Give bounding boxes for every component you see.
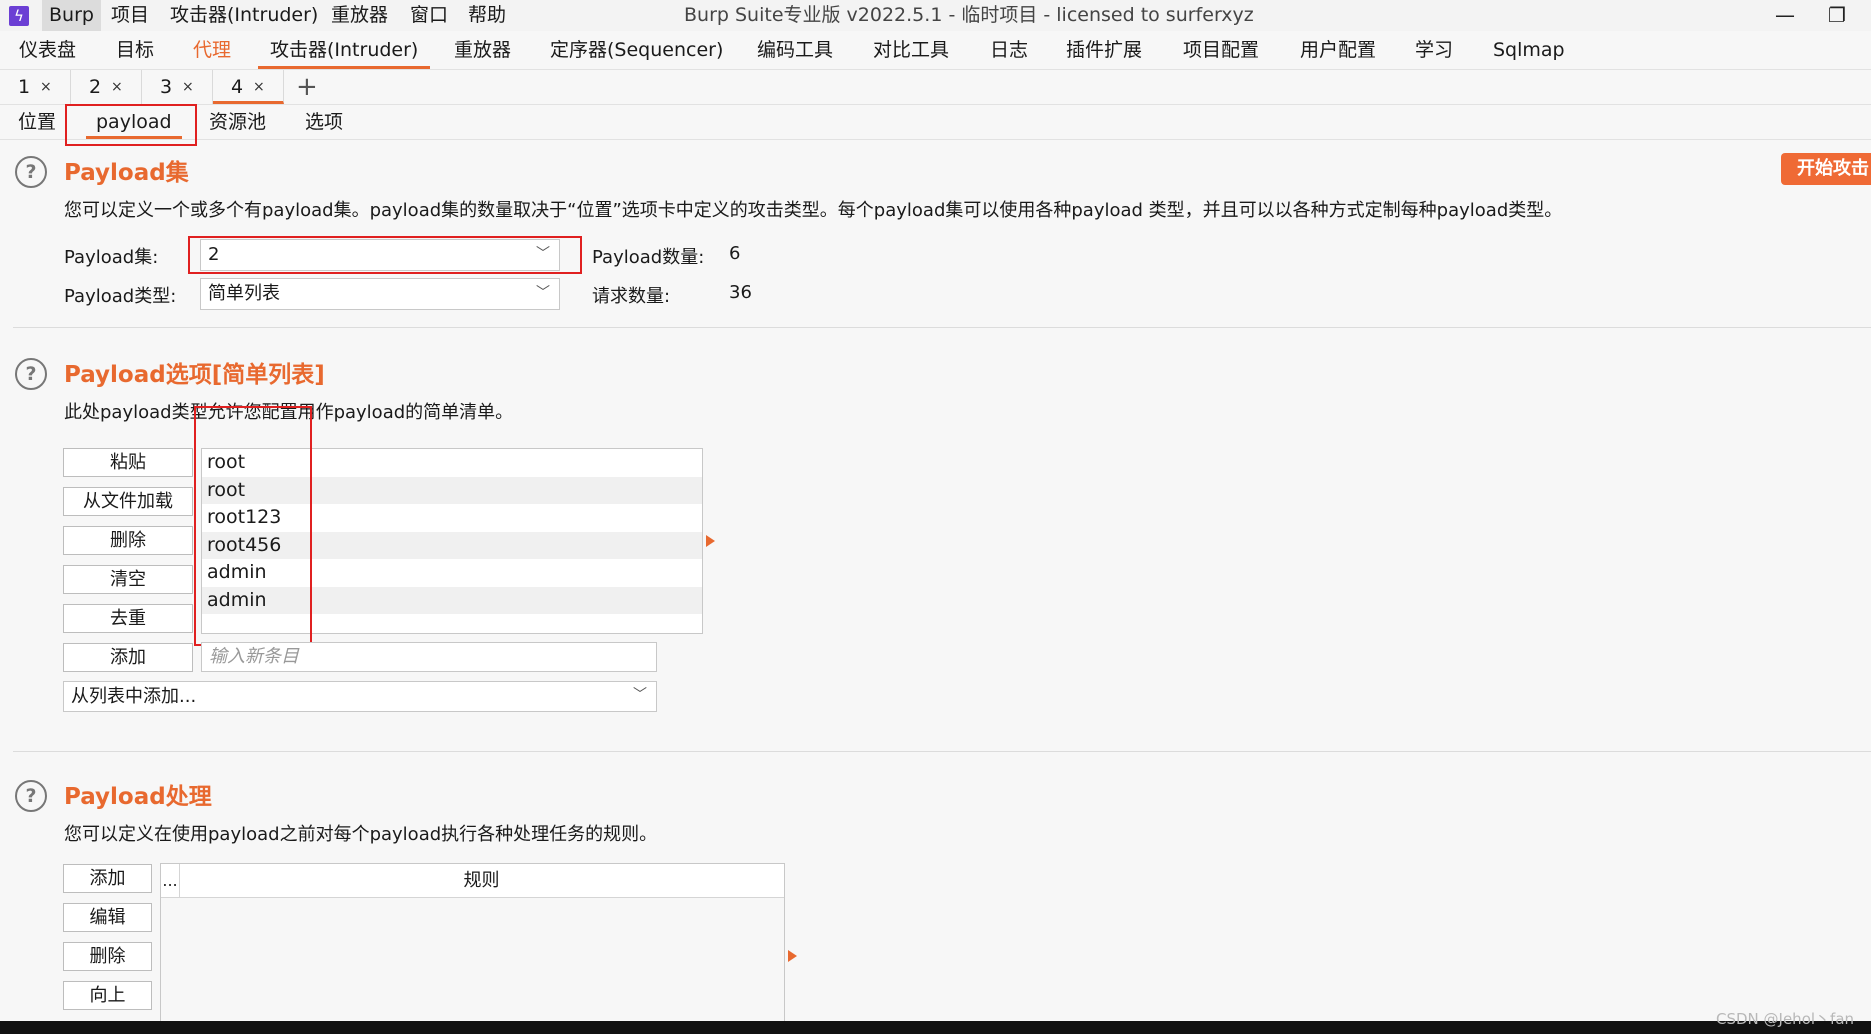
menu-intruder[interactable]: 攻击器(Intruder) xyxy=(163,0,325,31)
add-tab-icon[interactable]: + xyxy=(296,70,318,104)
tab-positions[interactable]: 位置 xyxy=(8,105,66,139)
attack-tab-label: 4 xyxy=(231,76,244,98)
payload-count-label: Payload数量: xyxy=(592,247,705,268)
sub-tab-bar: 位置 payload 资源池 选项 xyxy=(0,105,1871,140)
tab-comparer[interactable]: 对比工具 xyxy=(861,31,961,69)
add-rule-button[interactable]: 添加 xyxy=(63,864,152,893)
close-icon[interactable]: × xyxy=(40,70,52,104)
table-header: ... 规则 xyxy=(161,864,784,898)
minimize-icon[interactable]: — xyxy=(1775,0,1795,31)
attack-tab-1[interactable]: 1 × xyxy=(0,70,71,104)
burp-logo-icon: ϟ xyxy=(9,6,29,26)
chevron-down-icon: ﹀ xyxy=(536,285,550,301)
close-icon[interactable]: × xyxy=(253,70,265,104)
tab-sqlmap[interactable]: Sqlmap xyxy=(1481,31,1577,69)
payload-type-value: 简单列表 xyxy=(208,283,280,304)
tab-learn[interactable]: 学习 xyxy=(1403,31,1465,69)
tab-logger[interactable]: 日志 xyxy=(978,31,1040,69)
column-header-dots[interactable]: ... xyxy=(161,864,180,897)
menu-window[interactable]: 窗口 xyxy=(403,0,455,31)
watermark: CSDN @Jehol丶fan xyxy=(1716,1010,1855,1028)
highlight-box xyxy=(194,406,312,646)
remove-button[interactable]: 删除 xyxy=(63,526,193,555)
payload-type-label: Payload类型: xyxy=(64,286,177,307)
close-icon[interactable]: × xyxy=(182,70,194,104)
payload-set-label: Payload集: xyxy=(64,247,159,268)
tab-options[interactable]: 选项 xyxy=(295,105,353,139)
window-title: Burp Suite专业版 v2022.5.1 - 临时项目 - license… xyxy=(684,4,1254,26)
divider xyxy=(13,751,1871,752)
close-icon[interactable]: × xyxy=(111,70,123,104)
add-from-list-value: 从列表中添加... xyxy=(71,686,197,707)
payload-type-select[interactable]: 简单列表 ﹀ xyxy=(200,278,560,310)
tab-user-options[interactable]: 用户配置 xyxy=(1288,31,1388,69)
tab-proxy[interactable]: 代理 xyxy=(181,31,243,69)
tab-intruder[interactable]: 攻击器(Intruder) xyxy=(258,31,431,69)
restore-icon[interactable]: ❐ xyxy=(1828,0,1846,31)
tab-extensions[interactable]: 插件扩展 xyxy=(1054,31,1154,69)
start-attack-button[interactable]: 开始攻击 xyxy=(1781,153,1871,185)
help-icon[interactable]: ? xyxy=(15,156,47,188)
add-item-button[interactable]: 添加 xyxy=(63,643,193,672)
attack-tab-label: 2 xyxy=(89,76,102,98)
expand-arrow-icon[interactable] xyxy=(788,950,797,962)
tab-target[interactable]: 目标 xyxy=(104,31,166,69)
rules-table[interactable]: ... 规则 xyxy=(160,863,785,1034)
section-description: 您可以定义一个或多个有payload集。payload集的数量取决于“位置”选项… xyxy=(64,200,1563,221)
column-header-rule[interactable]: 规则 xyxy=(179,864,784,897)
expand-arrow-icon[interactable] xyxy=(706,535,715,547)
section-title-payload-processing: Payload处理 xyxy=(64,784,212,810)
tab-decoder[interactable]: 编码工具 xyxy=(745,31,845,69)
move-up-button[interactable]: 向上 xyxy=(63,981,152,1010)
menu-burp[interactable]: Burp xyxy=(42,0,101,31)
help-icon[interactable]: ? xyxy=(15,358,47,390)
section-title-payload-options: Payload选项[简单列表] xyxy=(64,362,325,388)
tab-repeater[interactable]: 重放器 xyxy=(442,31,523,69)
highlight-box xyxy=(188,236,582,274)
edit-rule-button[interactable]: 编辑 xyxy=(63,903,152,932)
highlight-box xyxy=(65,104,197,146)
tab-dashboard[interactable]: 仪表盘 xyxy=(7,31,88,69)
attack-tab-4[interactable]: 4 × xyxy=(213,70,284,104)
attack-tab-2[interactable]: 2 × xyxy=(71,70,142,104)
load-from-file-button[interactable]: 从文件加载 xyxy=(63,487,193,516)
attack-tab-bar: 1 × 2 × 3 × 4 × xyxy=(0,70,1871,105)
help-icon[interactable]: ? xyxy=(15,780,47,812)
add-from-list-select[interactable]: 从列表中添加... ﹀ xyxy=(63,681,657,712)
section-description: 您可以定义在使用payload之前对每个payload执行各种处理任务的规则。 xyxy=(64,824,658,845)
title-bar: ϟ Burp 项目 攻击器(Intruder) 重放器 窗口 帮助 Burp S… xyxy=(0,0,1871,31)
paste-button[interactable]: 粘贴 xyxy=(63,448,193,477)
divider xyxy=(13,327,1871,328)
clear-button[interactable]: 清空 xyxy=(63,565,193,594)
payload-count-value: 6 xyxy=(729,243,741,264)
chevron-down-icon: ﹀ xyxy=(633,687,647,703)
attack-tab-label: 3 xyxy=(160,76,173,98)
attack-tab-label: 1 xyxy=(18,76,31,98)
request-count-label: 请求数量: xyxy=(592,286,671,307)
tab-resource-pool[interactable]: 资源池 xyxy=(199,105,276,139)
menu-help[interactable]: 帮助 xyxy=(461,0,513,31)
taskbar xyxy=(0,1021,1871,1034)
section-title-payload-sets: Payload集 xyxy=(64,160,189,186)
menu-project[interactable]: 项目 xyxy=(104,0,156,31)
new-item-input[interactable]: 输入新条目 xyxy=(201,642,657,672)
main-tab-bar: 仪表盘 目标 代理 攻击器(Intruder) 重放器 定序器(Sequence… xyxy=(0,31,1871,70)
deduplicate-button[interactable]: 去重 xyxy=(63,604,193,633)
request-count-value: 36 xyxy=(729,282,752,303)
tab-project-options[interactable]: 项目配置 xyxy=(1171,31,1271,69)
menu-repeater[interactable]: 重放器 xyxy=(324,0,395,31)
attack-tab-3[interactable]: 3 × xyxy=(142,70,213,104)
tab-sequencer[interactable]: 定序器(Sequencer) xyxy=(538,31,735,69)
remove-rule-button[interactable]: 删除 xyxy=(63,942,152,971)
